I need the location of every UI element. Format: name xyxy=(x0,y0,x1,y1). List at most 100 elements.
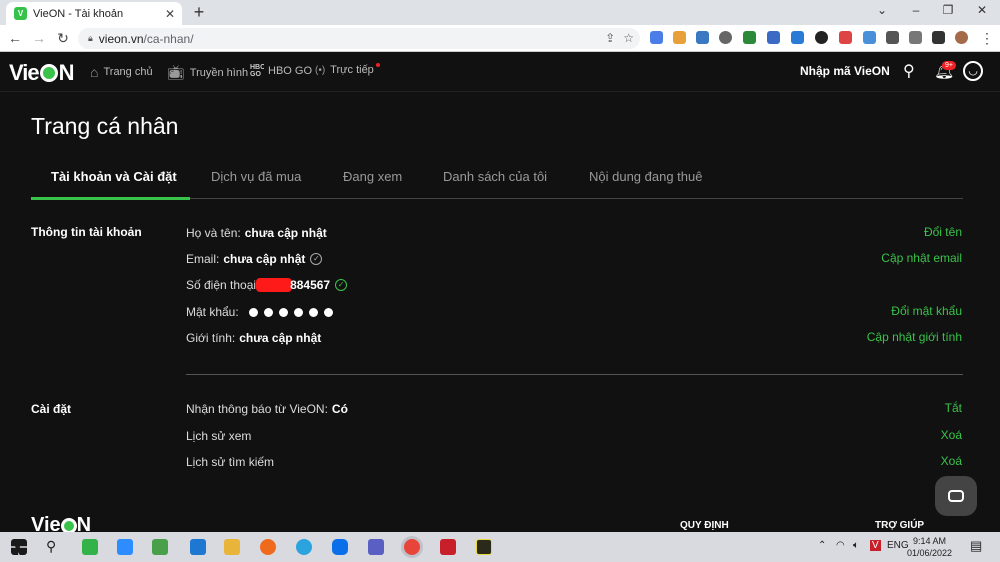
tab-watching[interactable]: Đang xem xyxy=(343,169,402,184)
extension-icon[interactable] xyxy=(791,31,804,44)
password-label: Mật khẩu: xyxy=(186,305,239,319)
windows-start-icon[interactable] xyxy=(11,539,27,555)
browser-toolbar: ← → ↻ 🔒︎ vieon.vn /ca-nhan/ ⇪ ☆ ⋮ xyxy=(0,25,1000,52)
side-panel-icon[interactable] xyxy=(932,31,945,44)
reload-button[interactable]: ↻ xyxy=(54,29,72,47)
hbo-icon: HBO GO xyxy=(250,64,264,78)
tab-my-list[interactable]: Danh sách của tôi xyxy=(443,169,547,184)
footer-rules-heading: QUY ĐỊNH xyxy=(680,520,729,531)
media-icon[interactable] xyxy=(909,31,922,44)
notify-value: Có xyxy=(331,402,348,416)
extensions-puzzle-icon[interactable] xyxy=(886,31,899,44)
tab-purchased-services[interactable]: Dịch vụ đã mua xyxy=(211,169,301,184)
nav-hbo[interactable]: HBO GO HBO GO xyxy=(250,64,312,78)
app-tray-icon[interactable]: V xyxy=(870,540,881,551)
gender-row: Giới tính: chưa cập nhật xyxy=(186,331,321,345)
bookmark-star-icon[interactable]: ☆ xyxy=(623,31,634,45)
telegram-icon[interactable] xyxy=(296,539,312,555)
language-indicator[interactable]: ENG xyxy=(887,540,909,551)
name-label: Họ và tên: xyxy=(186,226,241,240)
translate-extension-icon[interactable] xyxy=(650,31,663,44)
file-explorer-icon[interactable] xyxy=(224,539,240,555)
chevron-up-icon[interactable]: ⌃ xyxy=(818,540,826,551)
zalo-icon[interactable] xyxy=(332,539,348,555)
extension-icon[interactable] xyxy=(863,31,876,44)
close-window-button[interactable]: ✕ xyxy=(972,3,992,17)
user-account-icon[interactable]: ◡ xyxy=(963,61,983,81)
live-indicator-dot xyxy=(375,63,380,67)
extension-icon[interactable] xyxy=(673,31,686,44)
phone-label: Số điện thoại xyxy=(186,278,257,292)
camtasia-icon[interactable] xyxy=(82,539,98,555)
rename-link[interactable]: Đổi tên xyxy=(924,225,962,239)
volume-icon[interactable]: 🔈︎ xyxy=(853,540,859,551)
delete-search-history-link[interactable]: Xoá xyxy=(941,454,962,468)
password-masked xyxy=(248,307,333,317)
restore-button[interactable]: ❐ xyxy=(938,3,958,17)
forward-button[interactable]: → xyxy=(30,29,48,47)
share-icon[interactable]: ⇪ xyxy=(605,31,615,45)
extension-icon[interactable] xyxy=(743,31,756,44)
change-password-link[interactable]: Đổi mật khẩu xyxy=(891,304,962,318)
chrome-icon[interactable] xyxy=(404,539,420,555)
notify-row: Nhận thông báo từ VieON: Có xyxy=(186,402,348,416)
browser-tab[interactable]: V VieON - Tài khoản ✕ xyxy=(6,2,182,25)
extension-icon[interactable] xyxy=(719,31,732,44)
watch-history-label: Lịch sử xem xyxy=(186,429,252,443)
active-tab-indicator xyxy=(31,197,190,200)
gender-label: Giới tính: xyxy=(186,331,236,345)
section-divider xyxy=(186,374,963,375)
tab-title: VieON - Tài khoản xyxy=(33,7,124,20)
zoom-icon[interactable] xyxy=(117,539,133,555)
unverified-check-icon: ✓ xyxy=(310,253,323,265)
profile-avatar[interactable] xyxy=(955,31,968,44)
back-button[interactable]: ← xyxy=(6,29,24,47)
menu-kebab-icon[interactable]: ⋮ xyxy=(978,29,996,47)
extension-icon[interactable] xyxy=(839,31,852,44)
close-tab-icon[interactable]: ✕ xyxy=(162,7,178,21)
clock-time: 9:14 AM xyxy=(913,536,947,546)
extension-icon[interactable] xyxy=(696,31,709,44)
delete-watch-history-link[interactable]: Xoá xyxy=(941,428,962,442)
vieon-favicon-icon: V xyxy=(14,7,27,20)
phone-row: Số điện thoại 884567 ✓ xyxy=(186,278,348,292)
promo-code-link[interactable]: Nhập mã VieON xyxy=(800,64,890,78)
url-host: vieon.vn xyxy=(98,31,144,46)
extension-icon[interactable] xyxy=(815,31,828,44)
notification-center-icon[interactable]: ▤ xyxy=(970,538,982,554)
nav-home[interactable]: ⌂ Trang chủ xyxy=(90,64,153,80)
tab-search-icon[interactable]: ⌄ xyxy=(872,3,892,17)
extension-icon[interactable] xyxy=(767,31,780,44)
browser-tab-strip: V VieON - Tài khoản ✕ + ⌄ – ❐ ✕ xyxy=(0,0,1000,25)
windows-taskbar: ⚲ ⌃ ◠ 🔈︎ V ENG 9:14 AM 01/06/2022 ▤ xyxy=(0,532,1000,562)
new-tab-button[interactable]: + xyxy=(190,2,208,22)
lock-icon: 🔒︎ xyxy=(88,33,93,43)
minimize-button[interactable]: – xyxy=(906,3,926,17)
taskbar-clock[interactable]: 9:14 AM 01/06/2022 xyxy=(907,535,952,559)
firefox-icon[interactable] xyxy=(260,539,276,555)
notify-off-link[interactable]: Tắt xyxy=(945,401,962,415)
search-icon[interactable]: ⚲ xyxy=(46,538,62,554)
update-gender-link[interactable]: Cập nhật giới tính xyxy=(867,330,962,344)
nav-label: Trực tiếp xyxy=(330,64,374,76)
teams-icon[interactable] xyxy=(368,539,384,555)
tab-rented-content[interactable]: Nội dung đang thuê xyxy=(589,169,702,184)
chat-bubble-icon xyxy=(948,490,964,502)
chat-support-button[interactable] xyxy=(935,476,977,516)
search-icon[interactable]: ⚲ xyxy=(903,61,915,81)
wifi-icon[interactable]: ◠ xyxy=(836,540,845,551)
vieon-logo[interactable]: Vie N xyxy=(9,60,75,86)
fireworks-icon[interactable] xyxy=(476,539,492,555)
watch-history-row: Lịch sử xem xyxy=(186,429,251,443)
address-bar[interactable]: 🔒︎ vieon.vn /ca-nhan/ ⇪ ☆ xyxy=(78,28,640,49)
nav-tv[interactable]: 📺︎ Truyền hình xyxy=(167,64,248,81)
app-icon[interactable] xyxy=(190,539,206,555)
nav-live[interactable]: (•) Trực tiếp xyxy=(315,63,380,76)
update-email-link[interactable]: Cập nhật email xyxy=(881,251,962,265)
live-icon: (•) xyxy=(315,64,326,76)
name-value: chưa cập nhật xyxy=(244,226,327,240)
tab-account-settings[interactable]: Tài khoản và Cài đặt xyxy=(51,169,177,184)
nav-label: Truyền hình xyxy=(189,66,249,79)
app-icon[interactable] xyxy=(152,539,168,555)
app-icon[interactable] xyxy=(440,539,456,555)
